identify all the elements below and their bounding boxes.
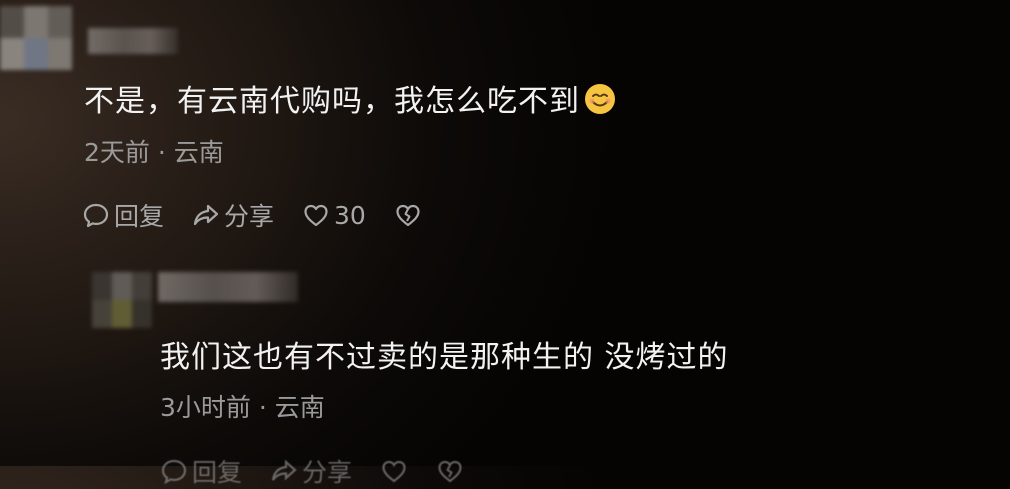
like-button[interactable]: 30 <box>302 201 366 230</box>
reply-label: 回复 <box>192 458 243 487</box>
broken-heart-icon <box>394 201 422 229</box>
dislike-button[interactable] <box>436 457 464 485</box>
reply-button[interactable]: 回复 <box>82 197 164 233</box>
comment-item: 不是，有云南代购吗，我怎么吃不到 2天前 · 云南 回复 分享 30 <box>0 0 1010 250</box>
like-count: 30 <box>334 200 366 230</box>
avatar[interactable] <box>0 6 72 70</box>
reply-label: 回复 <box>114 202 165 231</box>
dislike-button[interactable] <box>394 201 422 229</box>
comment-bubble-icon <box>160 457 188 485</box>
heart-outline-icon <box>302 201 330 229</box>
reply-comment-item: 我们这也有不过卖的是那种生的 没烤过的 3小时前 · 云南 回复 分享 <box>0 250 1010 487</box>
username[interactable] <box>88 28 178 54</box>
heart-outline-icon <box>380 457 408 485</box>
reply-button[interactable]: 回复 <box>160 453 242 489</box>
reply-meta: 3小时前 · 云南 <box>160 393 325 422</box>
smiling-face-emoji <box>584 83 616 115</box>
avatar[interactable] <box>92 272 152 328</box>
share-arrow-icon <box>192 201 220 229</box>
reply-actions: 回复 分享 <box>160 453 492 489</box>
comment-bubble-icon <box>82 201 110 229</box>
like-button[interactable] <box>380 457 408 485</box>
reply-text: 我们这也有不过卖的是那种生的 没烤过的 <box>160 340 729 375</box>
share-label: 分享 <box>302 458 353 487</box>
broken-heart-icon <box>436 457 464 485</box>
share-label: 分享 <box>224 202 275 231</box>
comment-actions: 回复 分享 30 <box>82 197 450 233</box>
comment-meta: 2天前 · 云南 <box>84 138 224 167</box>
comment-text: 不是，有云南代购吗，我怎么吃不到 <box>84 82 616 122</box>
share-arrow-icon <box>270 457 298 485</box>
username[interactable] <box>158 272 298 302</box>
share-button[interactable]: 分享 <box>192 197 274 233</box>
share-button[interactable]: 分享 <box>270 453 352 489</box>
